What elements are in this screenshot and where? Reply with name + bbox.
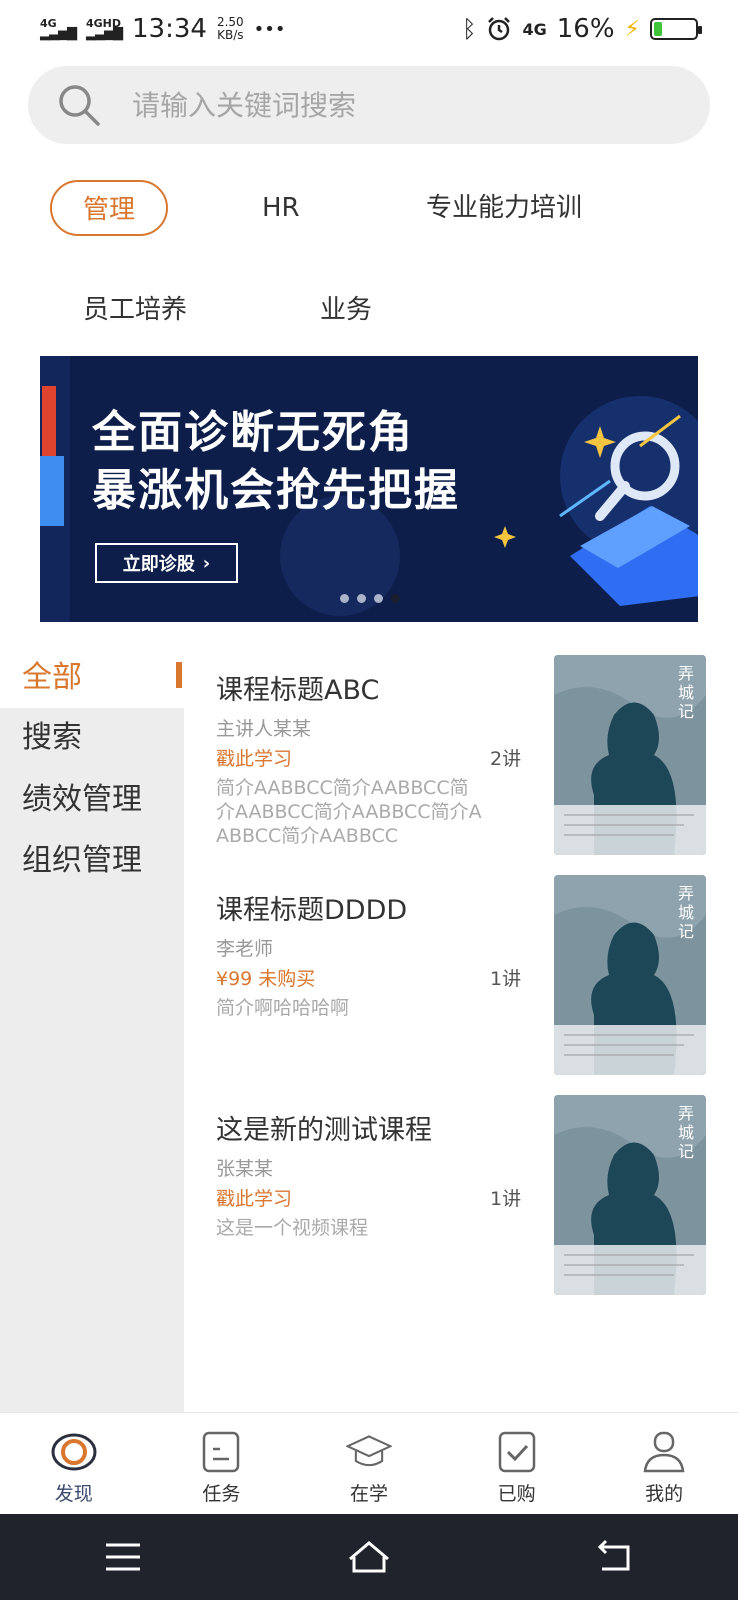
battery-percent: 16% [556,14,615,44]
battery-icon [650,18,702,40]
category-tab-business[interactable]: 业务 [320,282,372,338]
course-teacher: 李老师 [216,938,274,960]
course-description: 简介AABBCC简介AABBCC简介AABBCC简介AABBCC简介AABBCC… [216,777,482,847]
task-icon [203,1431,240,1473]
sidebar-item-organization[interactable]: 组织管理 [0,831,184,891]
course-lesson-count: 1讲 [490,968,522,990]
carousel-dot[interactable] [340,594,349,603]
sidebar-item-performance[interactable]: 绩效管理 [0,770,184,830]
course-cover-image[interactable]: 弄城记 [554,875,706,1075]
course-title: 这是新的测试课程 [216,1115,432,1146]
sidebar-item-all[interactable]: 全部 [0,648,184,708]
menu-icon[interactable] [100,1537,146,1577]
course-title: 课程标题DDDD [216,895,408,926]
more-indicator: ••• [253,18,286,40]
eye-icon [51,1433,97,1471]
course-card[interactable]: 课程标题ABC 主讲人某某 戳此学习 2讲 简介AABBCC简介AABBCC简介… [216,655,716,874]
home-icon[interactable] [346,1537,392,1577]
course-teacher: 张某某 [216,1158,274,1180]
banner-headline-1: 全面诊断无死角 [92,407,414,458]
category-tab-staff-development[interactable]: 员工培养 [83,282,187,338]
course-teacher: 主讲人某某 [216,718,312,740]
sidebar-item-search[interactable]: 搜索 [0,708,184,768]
alarm-icon [488,17,511,41]
purchased-check-icon [498,1431,535,1473]
course-status[interactable]: ¥99 未购买 [216,964,315,991]
clock: 13:34 [132,14,207,44]
course-status[interactable]: 戳此学习 [216,1184,292,1211]
charging-icon: ⚡ [624,16,640,42]
bottom-tab-bar: 发现 任务 在学 已购 我的 [0,1412,738,1514]
carousel-indicator[interactable] [340,594,400,603]
course-lesson-count: 1讲 [490,1188,522,1210]
user-icon [643,1431,685,1473]
course-cover-image[interactable]: 弄城记 [554,1095,706,1295]
tab-purchased[interactable]: 已购 [443,1413,591,1514]
bluetooth-icon: ᛒ [462,15,477,43]
banner-cta-button[interactable]: 立即诊股 › [95,543,238,583]
cover-title: 弄城记 [675,665,694,722]
course-title: 课程标题ABC [216,675,380,706]
cover-title: 弄城记 [675,1105,694,1162]
graduation-cap-icon [345,1435,392,1467]
tab-discover[interactable]: 发现 [0,1413,148,1514]
promo-banner[interactable]: 全面诊断无死角 暴涨机会抢先把握 立即诊股 › [40,356,698,622]
course-status[interactable]: 戳此学习 [216,744,292,771]
course-lesson-count: 2讲 [490,748,522,770]
category-tab-professional-training[interactable]: 专业能力培训 [426,180,582,236]
course-description: 这是一个视频课程 [216,1217,369,1239]
signal-indicator-1: 4G ▂▃▅▇ [40,17,77,41]
network-type: 4G [522,19,547,39]
carousel-dot[interactable] [357,594,366,603]
system-navigation-bar [0,1514,738,1600]
tab-tasks[interactable]: 任务 [148,1413,296,1514]
tab-profile[interactable]: 我的 [590,1413,738,1514]
category-tab-management[interactable]: 管理 [50,180,168,236]
cover-title: 弄城记 [675,885,694,942]
banner-headline-2: 暴涨机会抢先把握 [92,465,460,516]
course-description: 简介啊哈哈哈啊 [216,997,350,1019]
status-bar: 4G ▂▃▅▇ 4GHD ▂▃▅▇ 13:34 2.50 KB/s ••• ᛒ … [0,0,738,58]
course-cover-image[interactable]: 弄城记 [554,655,706,855]
category-sidebar: 全部 搜索 绩效管理 组织管理 [0,648,184,1412]
carousel-dot[interactable] [374,594,383,603]
network-speed: 2.50 KB/s [216,15,244,42]
category-tab-hr[interactable]: HR [262,180,300,236]
carousel-dot-active[interactable] [391,594,400,603]
course-card[interactable]: 这是新的测试课程 张某某 戳此学习 1讲 这是一个视频课程 弄城记 [216,1095,716,1314]
chevron-right-icon: › [202,552,211,574]
search-icon [59,85,100,126]
search-input[interactable] [130,87,650,123]
back-icon[interactable] [592,1537,638,1577]
tab-learning[interactable]: 在学 [295,1413,443,1514]
search-bar[interactable] [28,66,710,144]
signal-indicator-2: 4GHD ▂▃▅▇ [86,17,123,41]
course-card[interactable]: 课程标题DDDD 李老师 ¥99 未购买 1讲 简介啊哈哈哈啊 弄城记 [216,875,716,1094]
